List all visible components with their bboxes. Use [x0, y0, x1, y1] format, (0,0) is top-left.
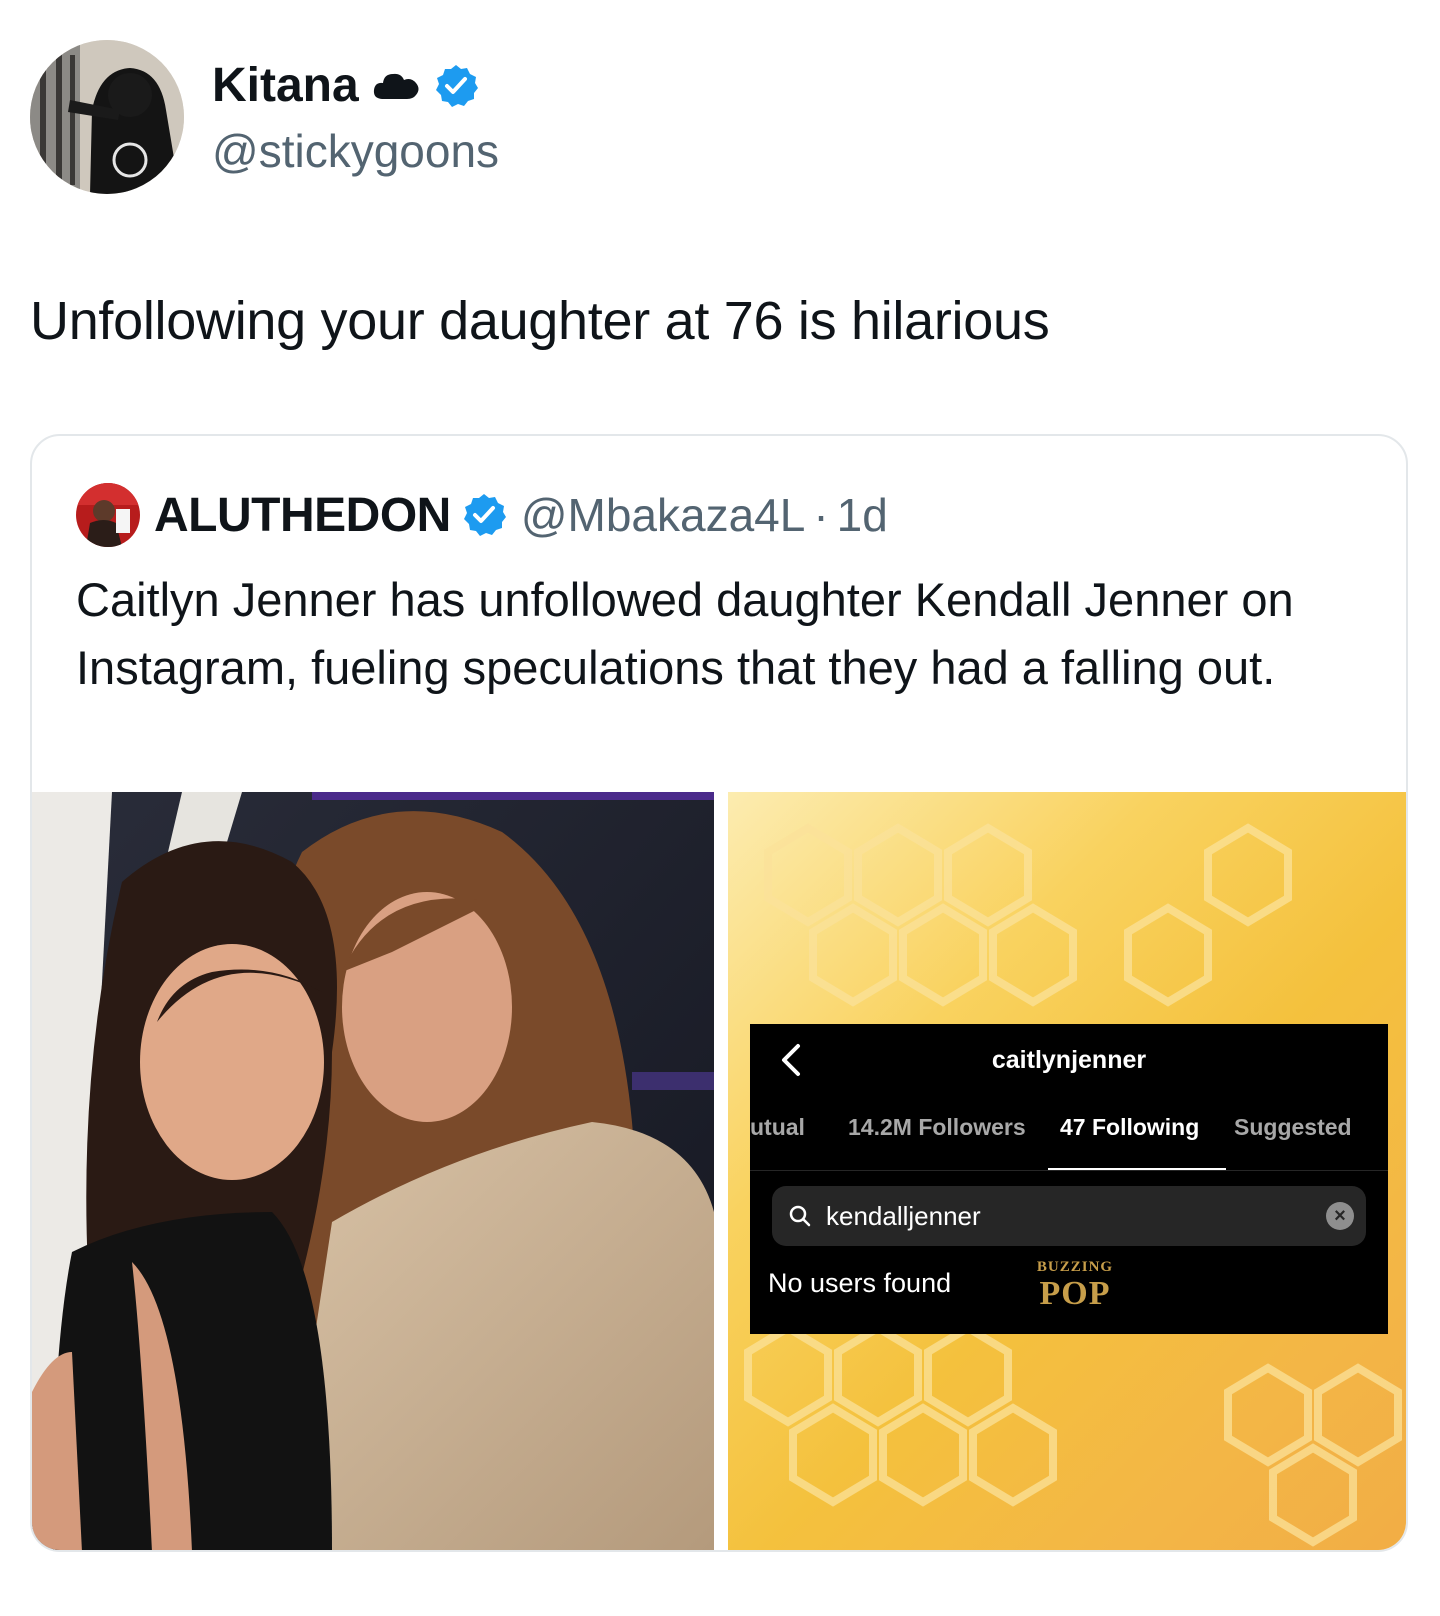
author-name[interactable]: Kitana — [212, 58, 359, 113]
quoted-tweet-header: ALUTHEDON @Mbakaza4L · 1d — [76, 482, 888, 548]
watermark-bottom-text: POP — [1039, 1275, 1111, 1312]
tab-following[interactable]: 47 Following — [1060, 1114, 1199, 1141]
tab-mutual[interactable]: utual — [750, 1114, 805, 1141]
author-name-row[interactable]: Kitana — [212, 58, 479, 113]
search-icon — [789, 1205, 811, 1227]
tab-suggested[interactable]: Suggested — [1234, 1114, 1352, 1141]
buzzing-pop-watermark: BUZZING POP — [1020, 1258, 1130, 1322]
quoted-author-avatar[interactable] — [76, 483, 140, 547]
verified-badge-icon — [433, 63, 479, 109]
instagram-tabs: utual 14.2M Followers 47 Following Sugge… — [750, 1114, 1388, 1171]
verified-badge-icon — [461, 492, 507, 538]
search-value: kendalljenner — [826, 1201, 981, 1231]
instagram-following-panel: caitlynjenner utual 14.2M Followers 47 F… — [750, 1024, 1388, 1334]
separator-dot: · — [813, 489, 829, 541]
author-handle[interactable]: @stickygoons — [212, 124, 499, 178]
active-tab-underline — [1048, 1168, 1226, 1170]
search-input[interactable]: kendalljenner × — [772, 1186, 1366, 1246]
media-photo-left[interactable] — [32, 792, 714, 1550]
quoted-author-name[interactable]: ALUTHEDON — [154, 488, 451, 543]
clear-icon[interactable]: × — [1326, 1202, 1354, 1230]
tab-followers[interactable]: 14.2M Followers — [848, 1114, 1026, 1141]
author-avatar[interactable] — [30, 40, 184, 194]
quoted-tweet-card[interactable]: ALUTHEDON @Mbakaza4L · 1d Caitlyn Jenner… — [30, 434, 1408, 1552]
cloud-icon — [371, 69, 421, 103]
no-results-message: No users found — [768, 1268, 952, 1298]
quoted-tweet-text: Caitlyn Jenner has unfollowed daughter K… — [76, 573, 1294, 694]
watermark-top-text: BUZZING — [1036, 1259, 1114, 1275]
instagram-username: caitlynjenner — [991, 1046, 1147, 1074]
media-photo-right[interactable]: caitlynjenner utual 14.2M Followers 47 F… — [728, 792, 1406, 1550]
quoted-author-handle[interactable]: @Mbakaza4L — [521, 488, 806, 542]
media-divider — [714, 792, 728, 1550]
tweet-text: Unfollowing your daughter at 76 is hilar… — [30, 291, 1050, 351]
quoted-timestamp[interactable]: 1d — [837, 488, 888, 542]
